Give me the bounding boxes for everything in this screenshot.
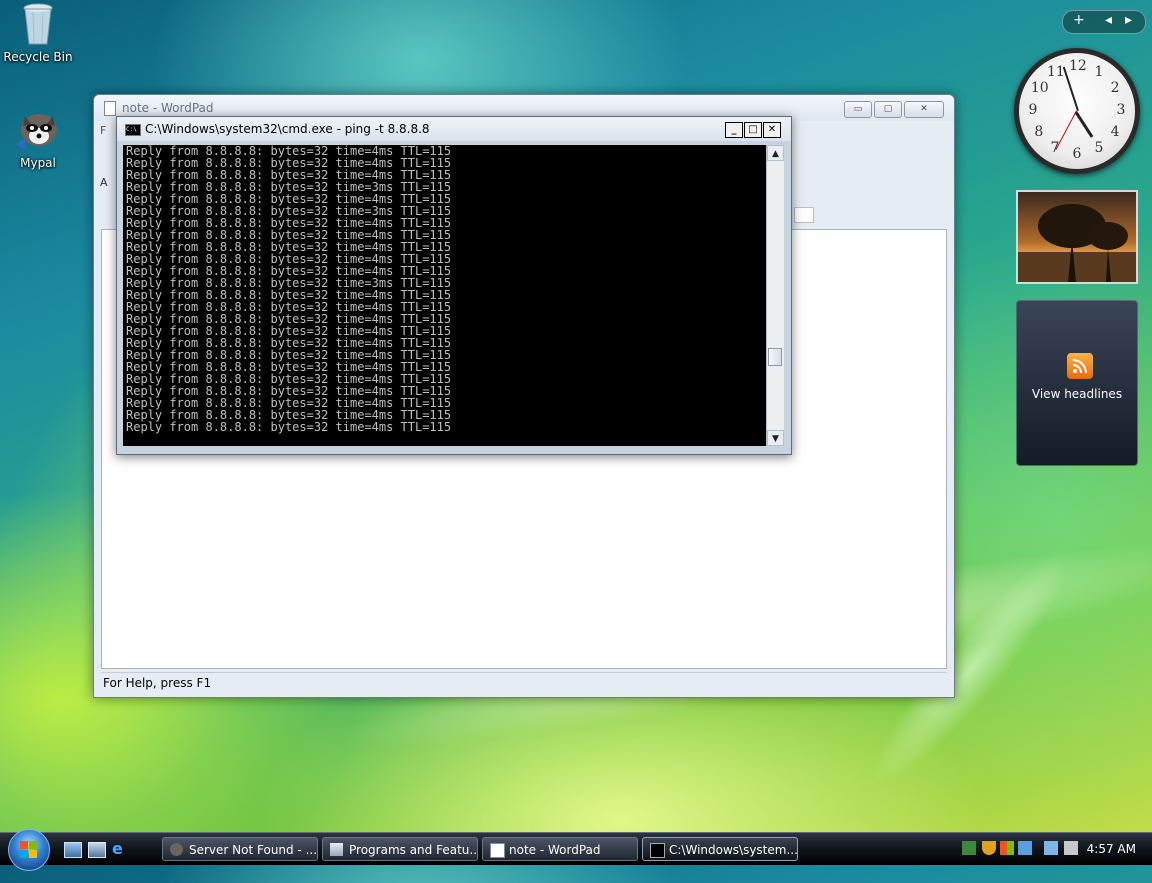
next-page-button[interactable]: ▸: [1125, 12, 1132, 28]
taskbar-item-server-not-found[interactable]: Server Not Found - ...: [162, 837, 318, 861]
wordpad-format-font-partial[interactable]: A: [100, 176, 108, 189]
console-icon: C:\: [125, 124, 141, 136]
clock-hour-hand: [1074, 111, 1094, 138]
cmd-window[interactable]: C:\ C:\Windows\system32\cmd.exe - ping -…: [116, 116, 792, 455]
cmd-titlebar[interactable]: C:\ C:\Windows\system32\cmd.exe - ping -…: [117, 117, 791, 141]
desktop-icon-recycle-bin[interactable]: Recycle Bin: [0, 2, 78, 64]
cmd-vertical-scrollbar[interactable]: ▲ ▼: [766, 145, 784, 446]
taskbar-item-label: Programs and Featu...: [349, 843, 478, 857]
taskbar-item-cmd[interactable]: C:\Windows\system...: [642, 837, 798, 861]
scroll-thumb[interactable]: [768, 348, 782, 366]
clock-number: 2: [1110, 80, 1120, 96]
tray-update-icon[interactable]: [1018, 841, 1032, 855]
taskbar: e Server Not Found - ... Programs and Fe…: [0, 829, 1152, 871]
clock-number: 10: [1030, 80, 1049, 96]
cmd-close-button[interactable]: ✕: [763, 122, 781, 138]
clock-number: 1: [1094, 63, 1104, 80]
notification-area: 4:57 AM: [962, 833, 1152, 865]
view-headlines-link[interactable]: View headlines: [1017, 387, 1137, 401]
wordpad-maximize-button[interactable]: ▢: [874, 101, 902, 118]
clock-number: 7: [1050, 140, 1060, 157]
mypal-icon: [170, 843, 183, 856]
tray-windows-flag-icon[interactable]: [1000, 841, 1014, 855]
tray-display-icon[interactable]: [1044, 841, 1058, 855]
wordpad-minimize-button[interactable]: ▭: [844, 101, 872, 118]
clock-number: 4: [1110, 124, 1120, 140]
taskbar-item-label: Server Not Found - ...: [189, 843, 318, 857]
previous-page-button[interactable]: ◂: [1105, 12, 1112, 28]
status-text: For Help, press F1: [103, 676, 212, 690]
start-button[interactable]: [8, 829, 50, 871]
cmd-maximize-button[interactable]: □: [744, 122, 762, 138]
scroll-down-arrow-icon[interactable]: ▼: [767, 430, 784, 446]
taskbar-clock[interactable]: 4:57 AM: [1087, 833, 1136, 865]
desktop-icon-label: Mypal: [20, 156, 56, 170]
console-line: Reply from 8.8.8.8: bytes=32 time=4ms TT…: [126, 420, 452, 434]
internet-explorer-icon[interactable]: e: [112, 841, 128, 857]
feed-headlines-gadget[interactable]: View headlines: [1016, 300, 1138, 466]
tray-security-shield-icon[interactable]: [982, 841, 996, 855]
sidebar-gadget-controls: + ◂ ▸: [1062, 10, 1146, 34]
tree-photo-icon: [1018, 204, 1136, 282]
switch-windows-icon[interactable]: [88, 842, 106, 858]
taskbar-item-wordpad[interactable]: note - WordPad: [482, 837, 638, 861]
mypal-raccoon-icon: [15, 108, 61, 152]
clock-number: 3: [1116, 102, 1126, 118]
desktop-icon-mypal[interactable]: Mypal: [0, 108, 78, 170]
taskbar-item-label: C:\Windows\system...: [669, 843, 798, 857]
windows-logo-icon: [20, 841, 37, 858]
clock-number: 6: [1072, 146, 1082, 162]
show-desktop-icon[interactable]: [64, 842, 82, 858]
rss-icon: [1067, 353, 1093, 379]
desktop-icon-label: Recycle Bin: [3, 50, 73, 64]
control-panel-icon: [330, 843, 343, 856]
wordpad-ruler-marker: [794, 207, 814, 223]
wordpad-icon: [490, 843, 505, 858]
add-gadget-button[interactable]: +: [1073, 12, 1085, 28]
tray-network-icon[interactable]: [962, 841, 976, 855]
clock-number: 12: [1069, 58, 1087, 74]
clock-number: 5: [1094, 140, 1104, 157]
recycle-bin-icon: [21, 2, 55, 46]
console-output[interactable]: Reply from 8.8.8.8: bytes=32 time=4ms TT…: [123, 145, 766, 446]
cmd-title: C:\Windows\system32\cmd.exe - ping -t 8.…: [145, 122, 430, 136]
clock-number: 9: [1028, 102, 1038, 118]
cmd-minimize-button[interactable]: _: [725, 122, 743, 138]
tray-volume-muted-icon[interactable]: [1064, 841, 1078, 855]
taskbar-item-label: note - WordPad: [509, 843, 601, 857]
wordpad-document-icon: [104, 101, 116, 116]
clock-number: 11: [1047, 63, 1065, 80]
taskbar-item-programs-and-features[interactable]: Programs and Featu...: [322, 837, 478, 861]
slideshow-gadget[interactable]: [1016, 190, 1138, 284]
wordpad-menu-file-partial[interactable]: F: [100, 124, 106, 137]
wordpad-close-button[interactable]: ✕: [904, 101, 944, 118]
scroll-up-arrow-icon[interactable]: ▲: [767, 145, 784, 161]
clock-gadget[interactable]: 12 1 2 3 4 5 6 7 8 9 10 11: [1014, 48, 1140, 174]
wordpad-status-bar: For Help, press F1: [101, 672, 947, 693]
clock-number: 8: [1034, 124, 1044, 140]
console-icon: [650, 843, 665, 858]
wordpad-title: note - WordPad: [122, 101, 214, 115]
